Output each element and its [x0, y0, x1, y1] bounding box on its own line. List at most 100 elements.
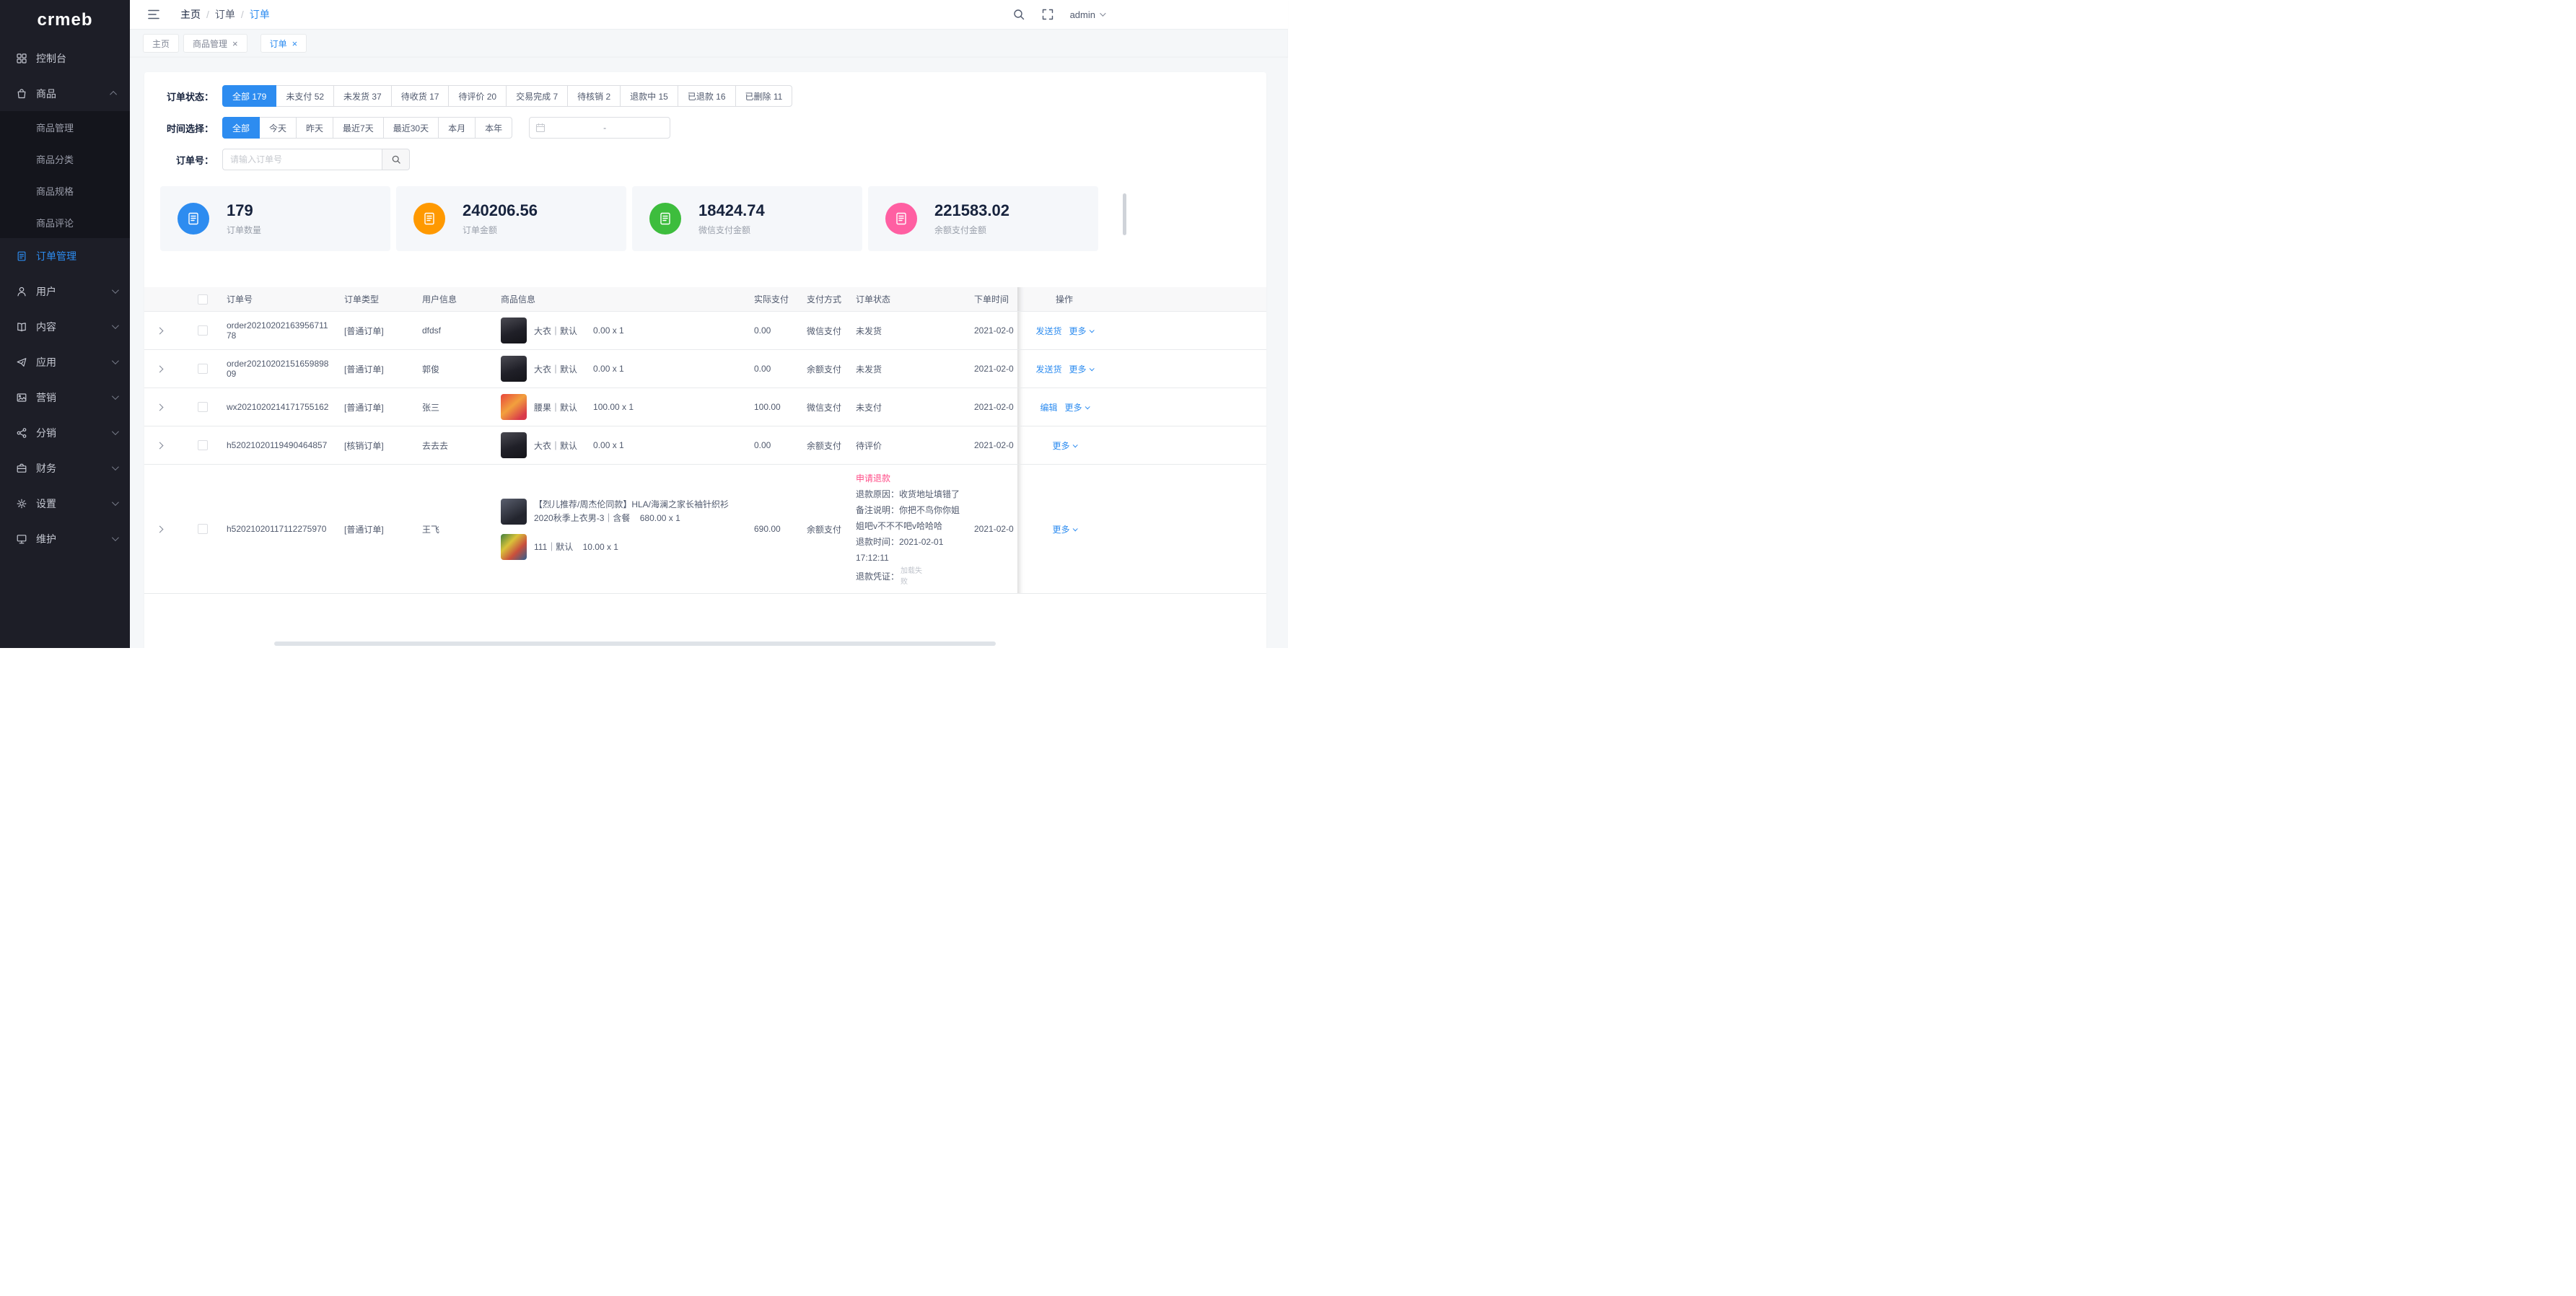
horizontal-scrollbar-thumb[interactable]	[274, 642, 996, 646]
order-status-filter-row: 订单状态： 全部 179 未支付 52 未发货 37 待收货 17 待评价 20…	[150, 85, 1266, 107]
status-filter-refunding[interactable]: 退款中 15	[620, 85, 678, 107]
stat-wechat-amount: 18424.74 微信支付金额	[632, 186, 862, 251]
sidebar-item-distribution[interactable]: 分销	[0, 415, 130, 450]
sidebar-item-goods[interactable]: 商品	[0, 76, 130, 111]
row-checkbox[interactable]	[198, 440, 208, 450]
sidebar-item-order-manage[interactable]: 订单管理	[0, 238, 130, 273]
refund-evidence-label: 退款凭证：	[856, 569, 899, 584]
expand-row-icon[interactable]	[157, 328, 164, 335]
order-status: 待评价	[849, 426, 967, 465]
more-dropdown[interactable]: 更多	[1065, 401, 1089, 413]
sidebar-item-finance[interactable]: 财务	[0, 450, 130, 486]
order-no: wx2021020214171755162	[219, 388, 337, 426]
order-no-filter-row: 订单号：	[150, 149, 1266, 170]
status-filter-receiving[interactable]: 待收货 17	[391, 85, 450, 107]
balance-pay-icon	[885, 203, 917, 235]
chevron-down-icon	[1100, 10, 1105, 16]
time-filter-30days[interactable]: 最近30天	[383, 117, 439, 139]
select-all-checkbox[interactable]	[198, 294, 208, 305]
status-filter-deleted[interactable]: 已删除 11	[735, 85, 793, 107]
search-icon[interactable]	[1012, 8, 1025, 21]
close-icon[interactable]: ×	[292, 39, 298, 48]
edit-button[interactable]: 编辑	[1040, 401, 1057, 413]
row-checkbox[interactable]	[198, 402, 208, 412]
status-filter-review[interactable]: 待评价 20	[448, 85, 507, 107]
status-filter-refunded[interactable]: 已退款 16	[678, 85, 736, 107]
time-filter-today[interactable]: 今天	[259, 117, 297, 139]
topbar: 主页 / 订单 / 订单 admin	[130, 0, 1288, 29]
breadcrumb-order[interactable]: 订单	[215, 7, 235, 22]
product-line: 腰果｜默认 100.00 x 1	[501, 394, 740, 420]
broken-image-placeholder: 加载失败	[901, 566, 925, 587]
table-header-row: 订单号 订单类型 用户信息 商品信息 实际支付 支付方式 订单状态 下单时间 操…	[144, 287, 1266, 312]
breadcrumb-home[interactable]: 主页	[180, 7, 201, 22]
chevron-down-icon	[112, 499, 119, 506]
sidebar-item-goods-manage[interactable]: 商品管理	[0, 111, 130, 143]
sidebar-item-user[interactable]: 用户	[0, 273, 130, 309]
status-filter-completed[interactable]: 交易完成 7	[506, 85, 568, 107]
status-filter-unpaid[interactable]: 未支付 52	[276, 85, 334, 107]
chevron-down-icon	[112, 534, 119, 541]
sidebar-collapse-icon[interactable]	[147, 8, 160, 21]
date-range-picker[interactable]: -	[529, 117, 670, 139]
more-dropdown[interactable]: 更多	[1052, 439, 1076, 452]
more-dropdown[interactable]: 更多	[1052, 523, 1076, 535]
sidebar-item-goods-comment[interactable]: 商品评论	[0, 206, 130, 238]
tab-order[interactable]: 订单 ×	[260, 34, 307, 53]
status-filter-verify[interactable]: 待核销 2	[567, 85, 621, 107]
user-info: dfdsf	[415, 312, 494, 350]
column-order-time: 下单时间	[967, 287, 1017, 312]
product-image	[501, 356, 527, 382]
book-icon	[16, 321, 27, 333]
time-filter-year[interactable]: 本年	[475, 117, 512, 139]
topbar-actions: admin	[1012, 0, 1104, 29]
expand-row-icon[interactable]	[157, 366, 164, 373]
more-dropdown[interactable]: 更多	[1069, 325, 1093, 337]
order-no-search-button[interactable]	[382, 149, 410, 170]
time-filter-all[interactable]: 全部	[222, 117, 260, 139]
user-icon	[16, 286, 27, 297]
sidebar-item-goods-category[interactable]: 商品分类	[0, 143, 130, 175]
time-filter-month[interactable]: 本月	[438, 117, 476, 139]
time-filter-7days[interactable]: 最近7天	[333, 117, 384, 139]
table-row: wx2021020214171755162 [普通订单] 张三 腰果｜默认 10…	[144, 388, 1266, 426]
status-filter-all[interactable]: 全部 179	[222, 85, 276, 107]
calendar-icon	[535, 123, 546, 133]
user-menu[interactable]: admin	[1070, 9, 1104, 20]
time-filter-yesterday[interactable]: 昨天	[296, 117, 333, 139]
row-checkbox[interactable]	[198, 364, 208, 374]
ship-button[interactable]: 发送货	[1035, 325, 1061, 337]
tab-home[interactable]: 主页	[143, 34, 179, 53]
ship-button[interactable]: 发送货	[1035, 363, 1061, 375]
chevron-down-icon	[112, 357, 119, 364]
refund-status-badge: 申请退款	[856, 470, 960, 486]
sidebar-item-label: 财务	[36, 461, 56, 476]
expand-row-icon[interactable]	[157, 442, 164, 450]
table-row: h52021020117112275970 [普通订单] 王飞 【烈儿推荐/周杰…	[144, 465, 1266, 594]
table-row: order2021020216395671178 [普通订单] dfdsf 大衣…	[144, 312, 1266, 350]
order-list-card: 订单状态： 全部 179 未支付 52 未发货 37 待收货 17 待评价 20…	[144, 72, 1266, 648]
share-network-icon	[16, 427, 27, 439]
order-no-input[interactable]	[222, 149, 382, 170]
row-checkbox[interactable]	[198, 524, 208, 534]
sidebar-item-content[interactable]: 内容	[0, 309, 130, 344]
product-image	[501, 534, 527, 560]
sidebar-item-maintenance[interactable]: 维护	[0, 521, 130, 556]
vertical-scrollbar-thumb[interactable]	[1123, 193, 1126, 235]
paid-amount: 100.00	[747, 388, 799, 426]
expand-row-icon[interactable]	[157, 404, 164, 411]
tab-goods-manage[interactable]: 商品管理 ×	[183, 34, 247, 53]
sidebar-item-dashboard[interactable]: 控制台	[0, 40, 130, 76]
close-icon[interactable]: ×	[232, 39, 238, 48]
expand-row-icon[interactable]	[157, 526, 164, 533]
chevron-down-icon	[1085, 404, 1090, 409]
status-filter-unshipped[interactable]: 未发货 37	[333, 85, 392, 107]
sidebar-item-app[interactable]: 应用	[0, 344, 130, 380]
sidebar-item-marketing[interactable]: 营销	[0, 380, 130, 415]
row-checkbox[interactable]	[198, 325, 208, 336]
sidebar-item-settings[interactable]: 设置	[0, 486, 130, 521]
fullscreen-icon[interactable]	[1041, 8, 1054, 21]
sidebar-item-goods-spec[interactable]: 商品规格	[0, 175, 130, 206]
pay-type: 余额支付	[799, 426, 849, 465]
more-dropdown[interactable]: 更多	[1069, 363, 1093, 375]
